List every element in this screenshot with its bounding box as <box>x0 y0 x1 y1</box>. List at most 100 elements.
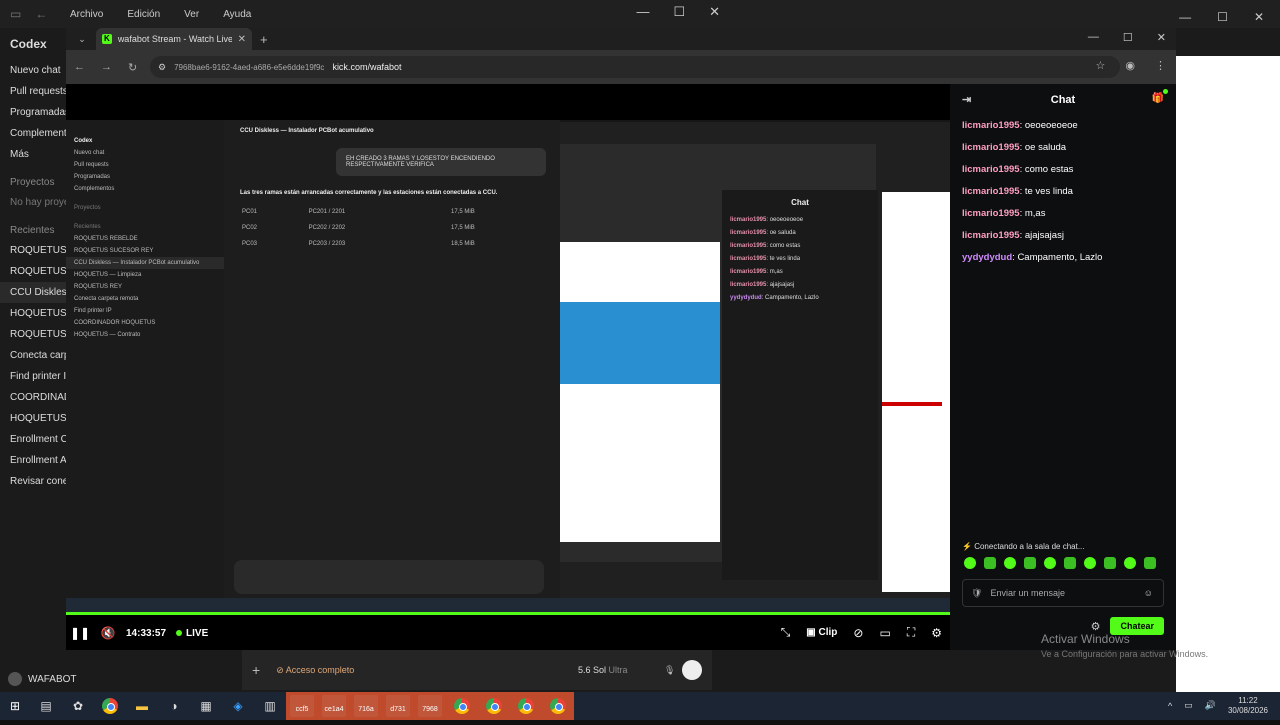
address-bar[interactable]: ⚙ 7968bae6-9162-4aed-a686-e5e6dde19f9c k… <box>150 56 1120 78</box>
emoji-icon[interactable]: ☺ <box>1144 588 1153 598</box>
sidebar-item-complementos[interactable]: Complementos <box>0 123 68 144</box>
chrome-window-thumb[interactable] <box>478 692 510 720</box>
settings-gear-icon[interactable]: ⚙ <box>931 626 942 640</box>
app-icon[interactable]: ◈ <box>222 692 254 720</box>
bookmark-star-icon[interactable]: ☆ <box>1096 59 1106 72</box>
recent-item[interactable]: ROQUETUS REY <box>0 324 68 345</box>
tray-chevron-icon[interactable]: ^ <box>1168 701 1172 711</box>
chat-username[interactable]: licmario1995 <box>962 230 1020 241</box>
emote-icon[interactable] <box>1004 557 1016 569</box>
emote-icon[interactable] <box>1104 557 1116 569</box>
forward-icon[interactable]: → <box>101 61 112 73</box>
sidebar-item-mas[interactable]: Más <box>0 144 68 165</box>
minimize-icon[interactable]: — <box>1179 10 1191 24</box>
access-level-button[interactable]: ⊘ Acceso completo <box>276 665 354 676</box>
stream-progress-bar[interactable] <box>66 612 950 615</box>
chat-username[interactable]: licmario1995 <box>962 142 1020 153</box>
taskbar-thumb[interactable]: d731 <box>382 692 414 720</box>
maximize-icon[interactable]: ☐ <box>673 4 685 20</box>
recent-item[interactable]: Find printer IP <box>0 366 68 387</box>
chat-message-input[interactable]: 🛡 Enviar un mensaje ☺ <box>962 579 1164 607</box>
back-icon[interactable]: ← <box>74 61 85 73</box>
tab-close-icon[interactable]: ✕ <box>238 34 246 45</box>
sidebar-item-new-chat[interactable]: Nuevo chat <box>0 60 68 81</box>
add-icon[interactable]: + <box>252 662 260 678</box>
emote-icon[interactable] <box>1124 557 1136 569</box>
recent-item[interactable]: HOQUETUS — Limpieza <box>0 303 68 324</box>
sidebar-item-programadas[interactable]: Programadas <box>0 102 68 123</box>
recent-item[interactable]: Enrollment A Server <box>0 450 68 471</box>
tab-search-icon[interactable]: ⌄ <box>72 34 92 45</box>
camera-off-icon[interactable]: ⊘ <box>853 626 863 640</box>
menu-ver[interactable]: Ver <box>184 9 199 20</box>
shrink-icon[interactable]: ⤡ <box>781 625 791 640</box>
start-icon[interactable]: ⊞ <box>0 699 30 713</box>
emote-icon[interactable] <box>984 557 996 569</box>
theater-mode-icon[interactable]: ▭ <box>879 626 890 640</box>
clock[interactable]: 11:22 30/08/2026 <box>1228 696 1268 715</box>
video-player[interactable]: Codex Nuevo chat Pull requests Programad… <box>66 84 950 650</box>
emote-icon[interactable] <box>1144 557 1156 569</box>
browser-icon[interactable]: ◑ <box>158 692 190 720</box>
taskbar-thumb[interactable]: ce1a4 <box>318 692 350 720</box>
new-tab-button[interactable]: + <box>260 32 268 47</box>
chat-username[interactable]: yydydydud <box>962 252 1012 263</box>
fullscreen-icon[interactable]: ⛶ <box>907 625 915 640</box>
copilot-icon[interactable]: ✿ <box>62 692 94 720</box>
network-icon[interactable]: ▭ <box>1184 700 1193 711</box>
stream-video[interactable]: Codex Nuevo chat Pull requests Programad… <box>66 120 950 614</box>
recent-item-active[interactable]: CCU Diskless <box>0 282 68 303</box>
recent-item[interactable]: Enrollment C Security <box>0 429 68 450</box>
sidebar-item-pull-requests[interactable]: Pull requests <box>0 81 68 102</box>
mic-icon[interactable]: 🎙 <box>664 665 675 676</box>
emote-icon[interactable] <box>964 557 976 569</box>
taskbar-thumb[interactable]: 7968 <box>414 692 446 720</box>
chrome-icon[interactable] <box>94 692 126 720</box>
maximize-icon[interactable]: ☐ <box>1217 10 1228 24</box>
recent-item[interactable]: COORDINADOR HOQUETUS <box>0 387 68 408</box>
chrome-window-thumb[interactable] <box>510 692 542 720</box>
emote-icon[interactable] <box>1084 557 1096 569</box>
chrome-window-thumb[interactable] <box>542 692 574 720</box>
volume-icon[interactable]: 🔊 <box>1205 700 1216 711</box>
codex-brand[interactable]: Codex <box>0 28 68 60</box>
taskbar-thumb[interactable]: ccf5 <box>286 692 318 720</box>
reload-icon[interactable]: ↻ <box>128 61 137 74</box>
codex-user[interactable]: WAFABOT <box>8 672 77 686</box>
menu-edicion[interactable]: Edición <box>127 9 160 20</box>
send-button[interactable] <box>682 660 702 680</box>
maximize-icon[interactable]: ☐ <box>1123 31 1133 44</box>
file-explorer-icon[interactable]: ▬ <box>126 692 158 720</box>
taskbar-thumb[interactable]: 716a <box>350 692 382 720</box>
menu-ayuda[interactable]: Ayuda <box>223 9 251 20</box>
recent-item[interactable]: Conecta carpeta remota <box>0 345 68 366</box>
site-info-icon[interactable]: ⚙ <box>158 62 166 73</box>
terminal-icon[interactable]: ▦ <box>190 692 222 720</box>
chat-username[interactable]: licmario1995 <box>962 164 1020 175</box>
close-icon[interactable]: ✕ <box>709 4 720 20</box>
chat-username[interactable]: licmario1995 <box>962 120 1020 131</box>
minimize-icon[interactable]: — <box>636 4 649 20</box>
model-selector[interactable]: 5.6 Sol Ultra <box>578 665 628 675</box>
minimize-icon[interactable]: — <box>1088 31 1099 44</box>
emote-icon[interactable] <box>1024 557 1036 569</box>
recent-item[interactable]: ROQUETUS SUCESOR REY <box>0 261 68 282</box>
close-icon[interactable]: ✕ <box>1157 31 1166 44</box>
chat-username[interactable]: licmario1995 <box>962 186 1020 197</box>
back-icon[interactable]: ← <box>35 7 47 21</box>
recent-item[interactable]: Revisar conexión SMB <box>0 471 68 492</box>
gift-icon[interactable]: 🎁 <box>1152 89 1169 104</box>
menu-archivo[interactable]: Archivo <box>70 9 103 20</box>
browser-menu-icon[interactable]: ⋮ <box>1155 59 1166 72</box>
tab-kick-stream[interactable]: K wafabot Stream - Watch Live on Kick ✕ <box>96 28 252 50</box>
profile-icon[interactable]: ◉ <box>1125 59 1135 72</box>
emote-icon[interactable] <box>1044 557 1056 569</box>
recent-item[interactable]: HOQUETUS — Contrato <box>0 408 68 429</box>
collapse-chat-icon[interactable]: ⇥ <box>962 93 971 106</box>
emote-icon[interactable] <box>1064 557 1076 569</box>
recent-item[interactable]: ROQUETUS REBELDE <box>0 240 68 261</box>
chrome-window-thumb[interactable] <box>446 692 478 720</box>
pause-icon[interactable]: ❚❚ <box>66 626 94 640</box>
mute-icon[interactable]: 🔇 <box>94 626 122 640</box>
clip-button[interactable]: ▣ Clip <box>806 627 837 638</box>
